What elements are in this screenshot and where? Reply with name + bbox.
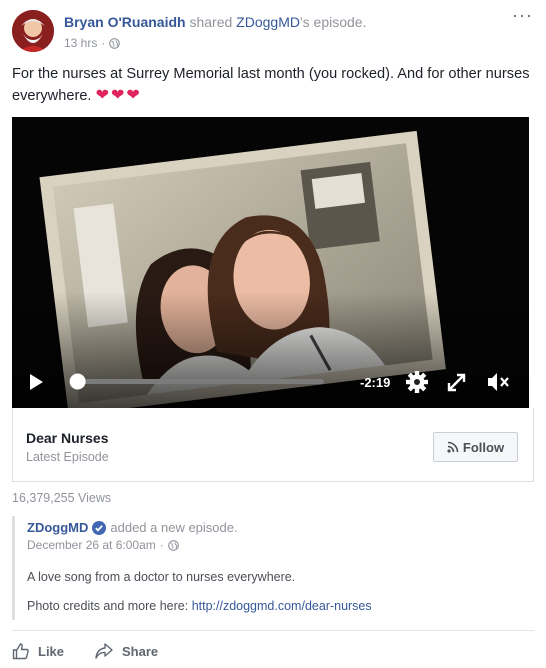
action-bar: Like Share: [12, 636, 158, 666]
quoted-post: ZDoggMD added a new episode. December 26…: [12, 516, 534, 620]
quoted-separator: ·: [159, 538, 164, 552]
fullscreen-icon[interactable]: [447, 373, 466, 392]
post-text: For the nurses at Surrey Memorial last m…: [12, 64, 532, 107]
mute-icon[interactable]: [488, 373, 509, 391]
settings-gear-icon[interactable]: [406, 371, 428, 393]
post-header: Bryan O'Ruanaidh shared ZDoggMD's episod…: [12, 6, 532, 56]
globe-icon: [109, 37, 121, 49]
quoted-meta: December 26 at 6:00am ·: [27, 538, 179, 552]
actions-divider: [12, 630, 534, 631]
rss-icon: [447, 441, 459, 453]
episode-subtitle: Latest Episode: [26, 450, 109, 464]
quoted-date[interactable]: December 26 at 6:00am: [27, 538, 156, 552]
avatar-image: [12, 10, 54, 52]
time-remaining: -2:19: [360, 375, 390, 390]
episode-title[interactable]: Dear Nurses: [26, 430, 109, 446]
verified-badge-icon: [92, 520, 107, 535]
shared-text: shared: [189, 14, 233, 30]
credits-link[interactable]: http://zdoggmd.com/dear-nurses: [192, 599, 372, 613]
more-options-icon[interactable]: ···: [512, 6, 532, 26]
follow-button[interactable]: Follow: [433, 432, 518, 462]
video-controls: -2:19: [12, 356, 529, 408]
follow-label: Follow: [462, 439, 505, 455]
thumbs-up-icon: [12, 643, 29, 660]
video-player[interactable]: -2:19: [12, 117, 529, 408]
author-name[interactable]: Bryan O'Ruanaidh: [64, 14, 186, 30]
view-count: 16,379,255 Views: [12, 491, 112, 505]
header-line: Bryan O'Ruanaidh shared ZDoggMD's episod…: [64, 14, 366, 30]
credits-prefix: Photo credits and more here:: [27, 599, 189, 613]
meta-separator: ·: [101, 36, 106, 50]
like-label: Like: [38, 643, 65, 659]
like-button[interactable]: Like: [12, 642, 64, 660]
quoted-header: ZDoggMD added a new episode.: [27, 520, 238, 535]
hearts-emoji: ❤❤❤: [95, 87, 142, 104]
globe-icon: [167, 539, 179, 551]
progress-bar[interactable]: [69, 373, 324, 390]
quoted-description: A love song from a doctor to nurses ever…: [27, 570, 296, 584]
episode-suffix: 's episode.: [299, 14, 367, 30]
post-timestamp[interactable]: 13 hrs: [64, 36, 97, 50]
post-body: For the nurses at Surrey Memorial last m…: [12, 66, 530, 104]
quoted-action: added a new episode.: [110, 520, 238, 535]
quoted-page-name[interactable]: ZDoggMD: [27, 520, 88, 535]
page-link[interactable]: ZDoggMD: [236, 14, 300, 30]
share-label: Share: [122, 643, 159, 659]
avatar[interactable]: [12, 10, 54, 52]
video-controls-bar: -2:19: [30, 371, 509, 393]
share-button[interactable]: Share: [94, 642, 158, 660]
post-meta: 13 hrs ·: [64, 36, 121, 50]
quoted-credits: Photo credits and more here: http://zdog…: [27, 599, 372, 613]
episode-card: Dear Nurses Latest Episode Follow: [12, 408, 534, 482]
play-icon[interactable]: [30, 374, 43, 390]
share-arrow-icon: [95, 643, 113, 659]
